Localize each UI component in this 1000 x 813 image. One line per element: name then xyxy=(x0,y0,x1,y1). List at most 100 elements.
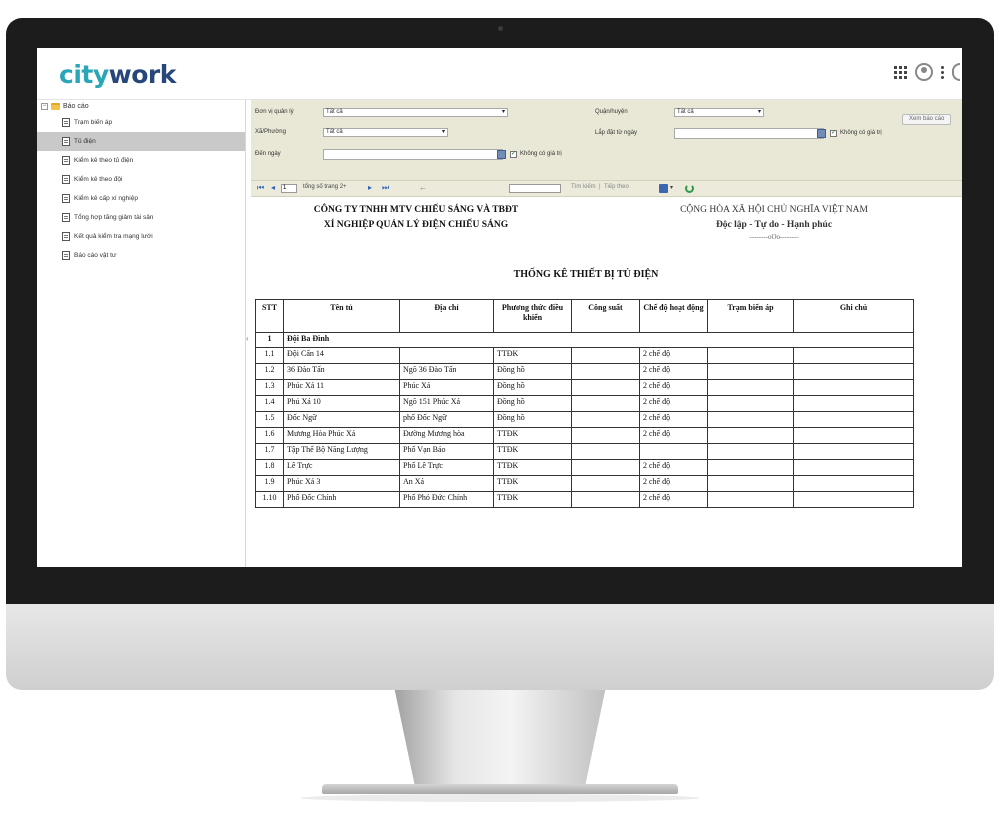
den-ngay-checkbox[interactable]: ✓ xyxy=(510,151,517,158)
table-cell: TTĐK xyxy=(493,427,572,444)
sidebar-item[interactable]: Báo cáo vật tư xyxy=(37,246,245,265)
table-cell xyxy=(707,427,794,444)
table-cell: 1.2 xyxy=(255,363,284,380)
monitor-chin xyxy=(6,604,994,690)
quan-huyen-select[interactable]: Tất cả ▾ xyxy=(674,108,764,117)
refresh-icon[interactable] xyxy=(685,184,694,193)
table-cell: 2 chế độ xyxy=(639,379,708,396)
table-cell: Ngõ 151 Phúc Xá xyxy=(399,395,494,412)
view-report-button[interactable]: Xem báo cáo xyxy=(902,114,952,125)
lap-dat-input[interactable] xyxy=(674,128,824,139)
next-link[interactable]: Tiếp theo xyxy=(604,184,629,190)
sidebar-item-label: Kiểm kê theo đội xyxy=(74,176,123,183)
collapse-icon[interactable]: − xyxy=(41,103,48,110)
sidebar-items: Trạm biến áp Tủ điện Kiểm kê theo tủ điện K… xyxy=(37,113,245,265)
sidebar-item-label: Trạm biến áp xyxy=(74,119,113,126)
xa-phuong-select[interactable]: Tất cả ▾ xyxy=(323,128,448,137)
toolbar-separator: | xyxy=(599,184,601,190)
table-cell: Phố Vạn Bảo xyxy=(399,443,494,460)
sidebar-item[interactable]: Tổng hợp tăng giảm tài sản xyxy=(37,208,245,227)
table-cell: Phú Xá 10 xyxy=(283,395,400,412)
find-input[interactable] xyxy=(509,184,561,193)
report-toolbar: ⏮ ◂ 1 tổng số trang 2+ ▸ ⏭ ← Tìm kiếm | … xyxy=(251,180,962,197)
sidebar-item[interactable]: Kiểm kê theo đội xyxy=(37,170,245,189)
table-cell: 2 chế độ xyxy=(639,363,708,380)
apps-grid-icon[interactable] xyxy=(894,65,907,79)
table-cell: 1.7 xyxy=(255,443,284,460)
chevron-down-icon[interactable]: ▾ xyxy=(670,184,673,191)
table-row: 1.5 Đốc Ngữ phố Đốc Ngữ Đồng hồ 2 chế độ xyxy=(255,411,914,428)
table-cell: TTĐK xyxy=(493,459,572,476)
table-cell: 2 chế độ xyxy=(639,395,708,412)
sidebar-item-label: Tủ điện xyxy=(74,138,96,145)
export-icon[interactable] xyxy=(659,184,668,193)
back-icon[interactable]: ← xyxy=(419,183,427,192)
table-row: 1.2 36 Đào Tấn Ngõ 36 Đào Tấn Đồng hồ 2 chế … xyxy=(255,363,914,380)
first-page-icon[interactable]: ⏮ xyxy=(257,183,264,193)
group-row: 1 Đội Ba Đình xyxy=(255,332,914,348)
table-cell xyxy=(793,347,914,364)
table-cell xyxy=(571,427,640,444)
lap-dat-checkbox[interactable]: ✓ xyxy=(830,130,837,137)
table-cell xyxy=(571,379,640,396)
column-header: Trạm biến áp xyxy=(707,299,794,333)
table-cell: 2 chế độ xyxy=(639,347,708,364)
nation-header: CỘNG HÒA XÃ HỘI CHỦ NGHĨA VIỆT NAM Độc l… xyxy=(680,205,868,241)
sidebar-item-label: Kiểm kê cấp xí nghiệp xyxy=(74,195,138,202)
table-cell: Đội Cấn 14 xyxy=(283,347,400,364)
sidebar-item[interactable]: Kết quả kiểm tra mạng lưới xyxy=(37,227,245,246)
sidebar-item[interactable]: Kiểm kê theo tủ điện xyxy=(37,151,245,170)
table-cell xyxy=(793,395,914,412)
sidebar-collapse-handle[interactable]: ‹ xyxy=(246,332,250,346)
table-cell: Phố Phó Đức Chính xyxy=(399,491,494,508)
sidebar-item[interactable]: Tủ điện xyxy=(37,132,245,151)
page-input[interactable]: 1 xyxy=(281,184,297,193)
table-header-row: STT Tên tủ Địa chỉ Phương thức điều khiển Cô… xyxy=(255,299,914,333)
table-cell: 2 chế độ xyxy=(639,491,708,508)
notification-icon[interactable] xyxy=(952,63,960,81)
last-page-icon[interactable]: ⏭ xyxy=(382,183,389,193)
table-body: 1 Đội Ba Đình 1.1 Đội Cấn 14 TTĐK 2 chế độ 1.2… xyxy=(255,332,914,508)
lap-dat-label: Lắp đặt từ ngày xyxy=(595,130,638,136)
next-page-icon[interactable]: ▸ xyxy=(368,183,372,192)
sidebar-root[interactable]: − Báo cáo xyxy=(37,100,245,113)
more-vertical-icon[interactable] xyxy=(941,65,944,79)
table-cell xyxy=(793,443,914,460)
table-cell: Đốc Ngữ xyxy=(283,411,400,428)
monitor-stand xyxy=(394,690,606,786)
top-bar: citywork xyxy=(37,48,962,100)
den-ngay-input[interactable] xyxy=(323,149,503,160)
sidebar-item[interactable]: Trạm biến áp xyxy=(37,113,245,132)
table-cell: TTĐK xyxy=(493,475,572,492)
sidebar-item-label: Tổng hợp tăng giảm tài sản xyxy=(74,214,154,221)
table-cell: Đồng hồ xyxy=(493,379,572,396)
don-vi-select[interactable]: Tất cả ▾ xyxy=(323,108,508,117)
report-doc-icon xyxy=(62,118,70,127)
sidebar-item[interactable]: Kiểm kê cấp xí nghiệp xyxy=(37,189,245,208)
user-avatar-icon[interactable] xyxy=(915,63,933,81)
company-header: CÔNG TY TNHH MTV CHIẾU SÁNG VÀ TBĐT XÍ N… xyxy=(313,205,519,230)
camera-icon xyxy=(498,26,503,31)
app-logo[interactable]: citywork xyxy=(59,60,176,89)
calendar-icon[interactable] xyxy=(817,129,826,138)
prev-page-icon[interactable]: ◂ xyxy=(271,183,275,192)
table-cell xyxy=(707,363,794,380)
table-cell xyxy=(707,395,794,412)
table-cell xyxy=(793,411,914,428)
top-icons xyxy=(894,63,960,81)
find-link[interactable]: Tìm kiếm xyxy=(571,184,596,190)
sidebar-item-label: Báo cáo vật tư xyxy=(74,252,117,259)
table-cell xyxy=(793,427,914,444)
table-cell xyxy=(707,411,794,428)
table-cell: Tập Thể Bộ Năng Lượng xyxy=(283,443,400,460)
table-cell: Ngõ 36 Đào Tấn xyxy=(399,363,494,380)
group-stt: 1 xyxy=(255,332,284,348)
table-cell: Đồng hồ xyxy=(493,363,572,380)
table-cell xyxy=(571,491,640,508)
table-cell: 36 Đào Tấn xyxy=(283,363,400,380)
report-doc-icon xyxy=(62,175,70,184)
table-cell: 1.6 xyxy=(255,427,284,444)
calendar-icon[interactable] xyxy=(497,150,506,159)
table-cell: 2 chế độ xyxy=(639,475,708,492)
table-cell: 1.5 xyxy=(255,411,284,428)
